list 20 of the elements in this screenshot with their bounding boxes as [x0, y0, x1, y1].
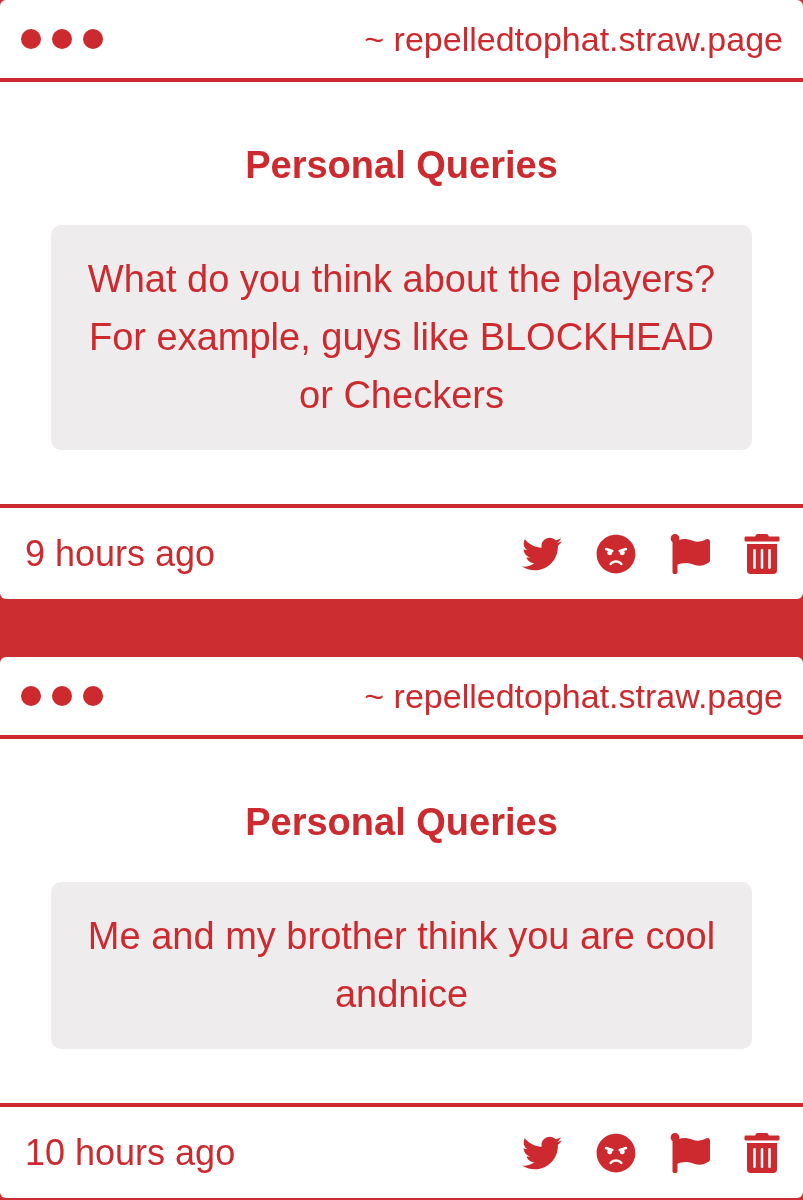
post-time: 10 hours ago — [25, 1134, 236, 1171]
report-button[interactable] — [669, 533, 711, 574]
report-button[interactable] — [669, 1132, 711, 1173]
delete-button[interactable] — [744, 533, 780, 574]
site-address: ~ repelledtophat.straw.page — [364, 22, 783, 56]
site-address: ~ repelledtophat.straw.page — [364, 679, 783, 713]
react-button[interactable] — [596, 1132, 636, 1173]
post-title: Personal Queries — [245, 144, 558, 186]
question-text: What do you think about the players? For example, guys like BLOCKHEAD or Checkers — [86, 257, 717, 418]
react-button[interactable] — [596, 533, 636, 574]
trash-icon — [744, 1132, 780, 1173]
angry-face-icon — [596, 1132, 636, 1173]
question-text: Me and my brother think you are cool andnice — [86, 914, 717, 1017]
delete-button[interactable] — [744, 1132, 780, 1173]
angry-face-icon — [596, 533, 636, 574]
flag-icon — [669, 533, 711, 574]
flag-icon — [669, 1132, 711, 1173]
post-title: Personal Queries — [245, 801, 558, 843]
trash-icon — [744, 533, 780, 574]
post-time: 9 hours ago — [25, 535, 216, 572]
